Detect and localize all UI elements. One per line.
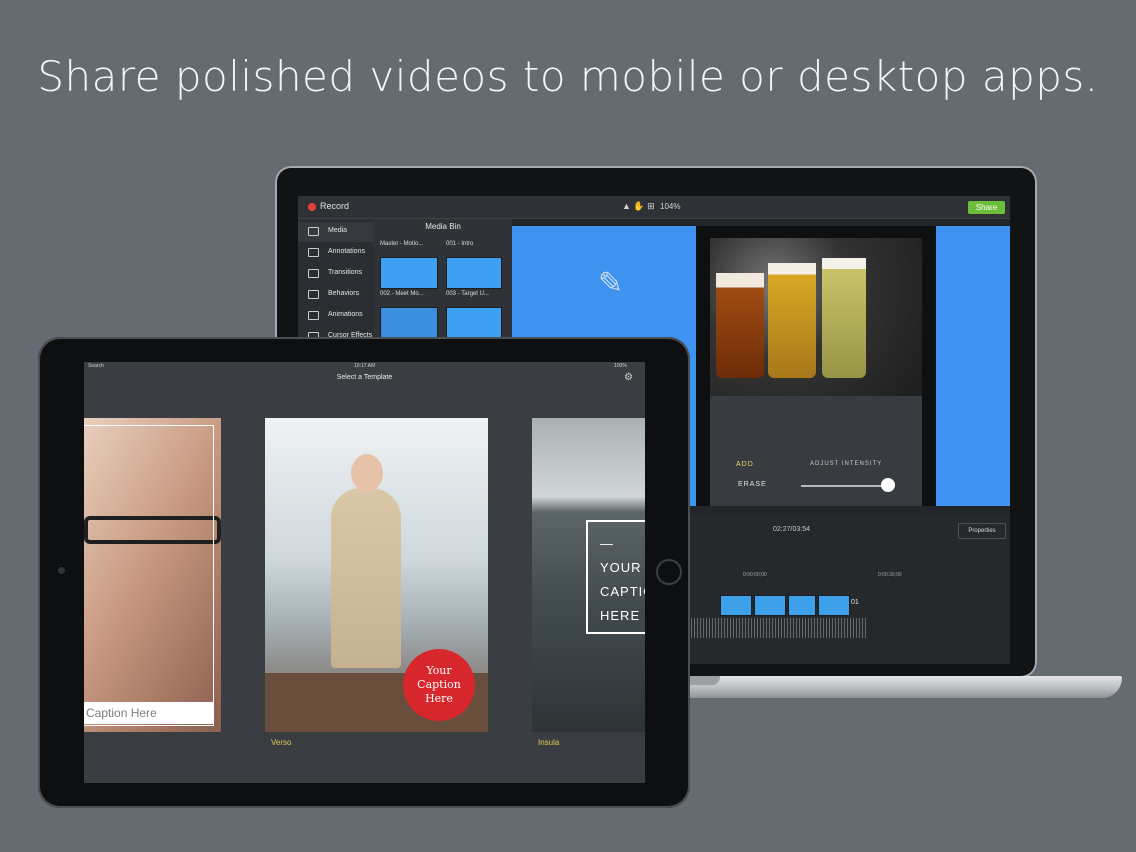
carrier-label: Search bbox=[88, 363, 104, 369]
media-item-label[interactable]: Master - Motio... bbox=[380, 241, 423, 247]
caption-field[interactable]: Caption Here bbox=[84, 702, 214, 724]
caption-line: — bbox=[600, 536, 614, 551]
sidebar-item-animations[interactable]: Animations bbox=[298, 306, 374, 326]
behaviors-icon bbox=[308, 290, 319, 299]
pointer-tools-icon[interactable]: ▲ ✋ ⊞ bbox=[622, 201, 655, 212]
beer-glass bbox=[768, 263, 816, 378]
status-bar: Search 10:17 AM 100% bbox=[84, 362, 645, 372]
timeline-mark: 0:00:30;00 bbox=[878, 572, 902, 578]
tablet-screen: Search 10:17 AM 100% Select a Template ⚙… bbox=[84, 362, 645, 783]
timeline-clip-label: 01 bbox=[851, 599, 859, 606]
media-bin-title: Media Bin bbox=[425, 222, 461, 231]
share-button[interactable]: Share bbox=[968, 201, 1005, 214]
media-thumbnail[interactable] bbox=[446, 307, 502, 339]
battery-label: 100% bbox=[614, 363, 627, 369]
timeline-clip[interactable] bbox=[788, 595, 816, 616]
caption-line: YOUR bbox=[600, 560, 642, 575]
timeline-clip[interactable] bbox=[818, 595, 850, 616]
pen-icon: ✎ bbox=[598, 267, 624, 300]
caption-line: HERE bbox=[600, 608, 641, 623]
zoom-level[interactable]: 104% bbox=[660, 202, 680, 211]
template-name-insula: Insula bbox=[538, 738, 560, 747]
animations-icon bbox=[308, 311, 319, 320]
media-icon bbox=[308, 227, 319, 236]
template-label-strip bbox=[265, 732, 488, 752]
template-name-verso: Verso bbox=[271, 738, 292, 747]
media-thumbnail[interactable] bbox=[380, 307, 438, 339]
intensity-slider[interactable] bbox=[801, 485, 887, 487]
audio-waveform bbox=[688, 618, 868, 638]
timeline-clip[interactable] bbox=[720, 595, 752, 616]
beer-photo bbox=[710, 238, 922, 396]
transitions-icon bbox=[308, 269, 319, 278]
media-thumbnail[interactable] bbox=[446, 257, 502, 289]
status-time: 10:17 AM bbox=[354, 363, 376, 369]
badge-line: Here bbox=[425, 692, 453, 705]
intensity-slider-knob[interactable] bbox=[881, 478, 895, 492]
gear-icon[interactable]: ⚙ bbox=[624, 372, 633, 383]
home-button[interactable] bbox=[656, 559, 682, 585]
badge-line: Caption bbox=[417, 678, 461, 691]
media-thumbnail[interactable] bbox=[380, 257, 438, 289]
caption-badge[interactable]: Your Caption Here bbox=[403, 649, 475, 721]
template-frame bbox=[84, 425, 214, 726]
timeline-clip[interactable] bbox=[754, 595, 786, 616]
adjust-intensity-label: ADJUST INTENSITY bbox=[810, 461, 883, 467]
media-item-label[interactable]: 001 - Intro bbox=[446, 241, 473, 247]
erase-button[interactable]: ERASE bbox=[738, 481, 767, 488]
add-button[interactable]: ADD bbox=[736, 461, 754, 468]
sidebar-item-transitions[interactable]: Transitions bbox=[298, 264, 374, 284]
annotations-icon bbox=[308, 248, 319, 257]
template-label-strip bbox=[84, 732, 221, 752]
headline: Share polished videos to mobile or deskt… bbox=[37, 52, 1099, 101]
page-title: Select a Template bbox=[336, 374, 393, 381]
beer-glass bbox=[822, 258, 866, 378]
badge-line: Your bbox=[426, 664, 452, 677]
media-bin: Media Bin Master - Motio... 001 - Intro … bbox=[374, 219, 512, 339]
sidebar-item-annotations[interactable]: Annotations bbox=[298, 243, 374, 263]
sidebar-item-behaviors[interactable]: Behaviors bbox=[298, 285, 374, 305]
beer-glass bbox=[716, 273, 764, 378]
person-face bbox=[351, 454, 383, 492]
camera-icon bbox=[58, 567, 65, 574]
timeline-time: 02:27/03:54 bbox=[773, 526, 810, 533]
template-caption: — YOUR CAPTIO HERE bbox=[600, 532, 645, 628]
record-icon[interactable] bbox=[308, 203, 316, 211]
properties-button[interactable]: Properties bbox=[958, 523, 1006, 539]
person bbox=[331, 488, 401, 668]
sidebar-item-media[interactable]: Media bbox=[298, 222, 374, 242]
record-button[interactable]: Record bbox=[320, 201, 349, 211]
media-item-label[interactable]: 003 - Target U... bbox=[446, 291, 489, 297]
timeline-mark: 0:00:00;00 bbox=[743, 572, 767, 578]
media-item-label[interactable]: 002 - Meet Mo... bbox=[380, 291, 424, 297]
caption-line: CAPTIO bbox=[600, 584, 645, 599]
